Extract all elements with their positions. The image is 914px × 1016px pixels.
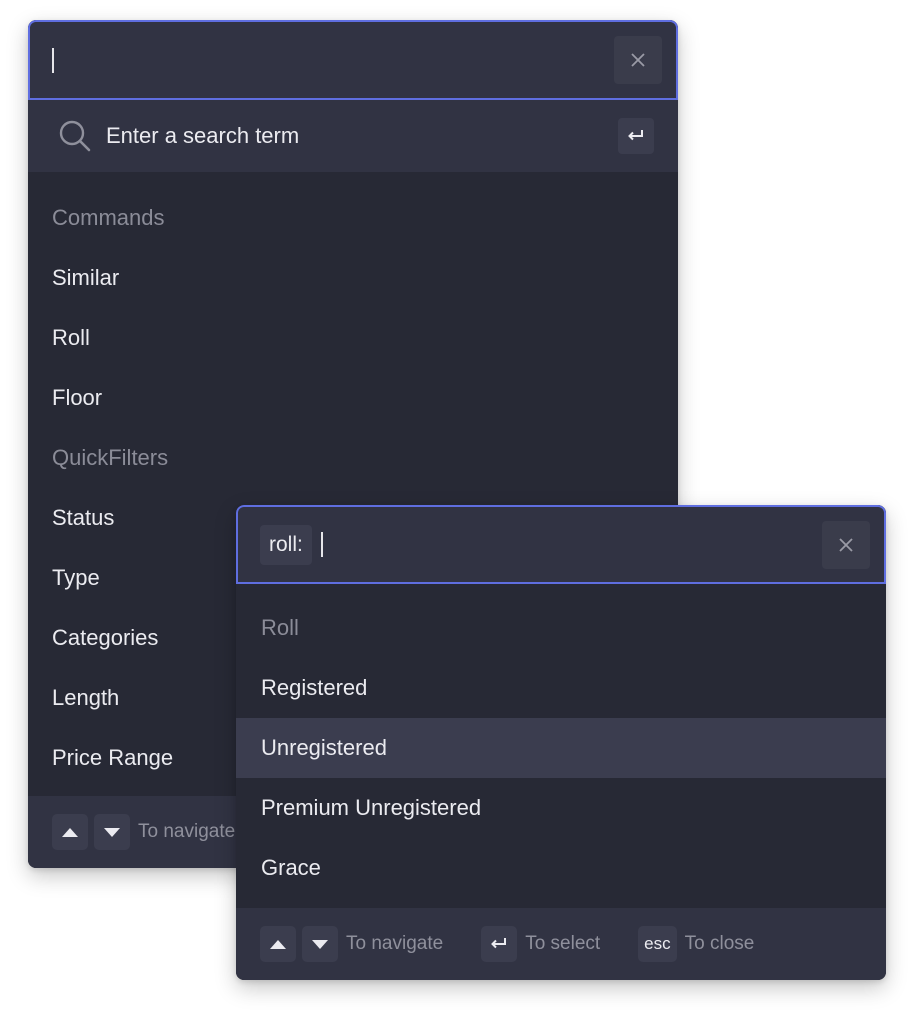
option-premium-unregistered[interactable]: Premium Unregistered <box>236 778 886 838</box>
group-heading-commands: Commands <box>52 205 165 230</box>
close-hint: To close <box>684 933 755 954</box>
close-icon <box>631 53 645 67</box>
command-chip: roll: <box>260 524 312 565</box>
group-heading-quickfilters: QuickFilters <box>52 445 169 470</box>
arrow-up-key[interactable] <box>260 926 296 962</box>
search-placeholder: Enter a search term <box>106 123 300 148</box>
search-icon <box>59 120 91 152</box>
enter-key-button[interactable] <box>618 118 654 154</box>
option-grace[interactable]: Grace <box>236 838 886 898</box>
select-hint: To select <box>525 933 601 954</box>
arrow-up-icon <box>270 939 286 949</box>
list-item-roll[interactable]: Roll <box>28 308 678 368</box>
option-registered[interactable]: Registered <box>236 658 886 718</box>
search-prompt-row[interactable]: Enter a search term <box>28 100 678 172</box>
enter-icon <box>628 130 643 141</box>
option-unregistered[interactable]: Unregistered <box>236 718 886 778</box>
clear-button[interactable] <box>822 521 870 569</box>
arrow-down-key[interactable] <box>94 814 130 850</box>
arrow-up-icon <box>62 827 78 837</box>
clear-button[interactable] <box>614 36 662 84</box>
esc-key[interactable]: esc <box>638 926 677 962</box>
enter-key[interactable] <box>481 926 518 962</box>
command-input[interactable] <box>28 20 678 100</box>
enter-icon <box>491 938 507 949</box>
navigate-hint: To navigate <box>138 821 236 842</box>
text-caret <box>320 532 323 557</box>
roll-option-list: Roll Registered Unregistered Premium Unr… <box>236 584 886 898</box>
list-item-similar[interactable]: Similar <box>28 248 678 308</box>
list-item-floor[interactable]: Floor <box>28 368 678 428</box>
command-palette-roll: roll: Roll Registered Unregistered Premi… <box>236 505 886 980</box>
roll-input[interactable]: roll: <box>236 505 886 584</box>
palette-footer: To navigate To select esc To close <box>236 908 886 980</box>
arrow-down-icon <box>104 827 120 837</box>
navigate-hint: To navigate <box>346 933 444 954</box>
text-caret <box>52 47 54 73</box>
arrow-up-key[interactable] <box>52 814 88 850</box>
group-heading-roll: Roll <box>261 615 299 640</box>
close-icon <box>839 538 853 552</box>
arrow-down-key[interactable] <box>302 926 338 962</box>
arrow-down-icon <box>312 939 328 949</box>
